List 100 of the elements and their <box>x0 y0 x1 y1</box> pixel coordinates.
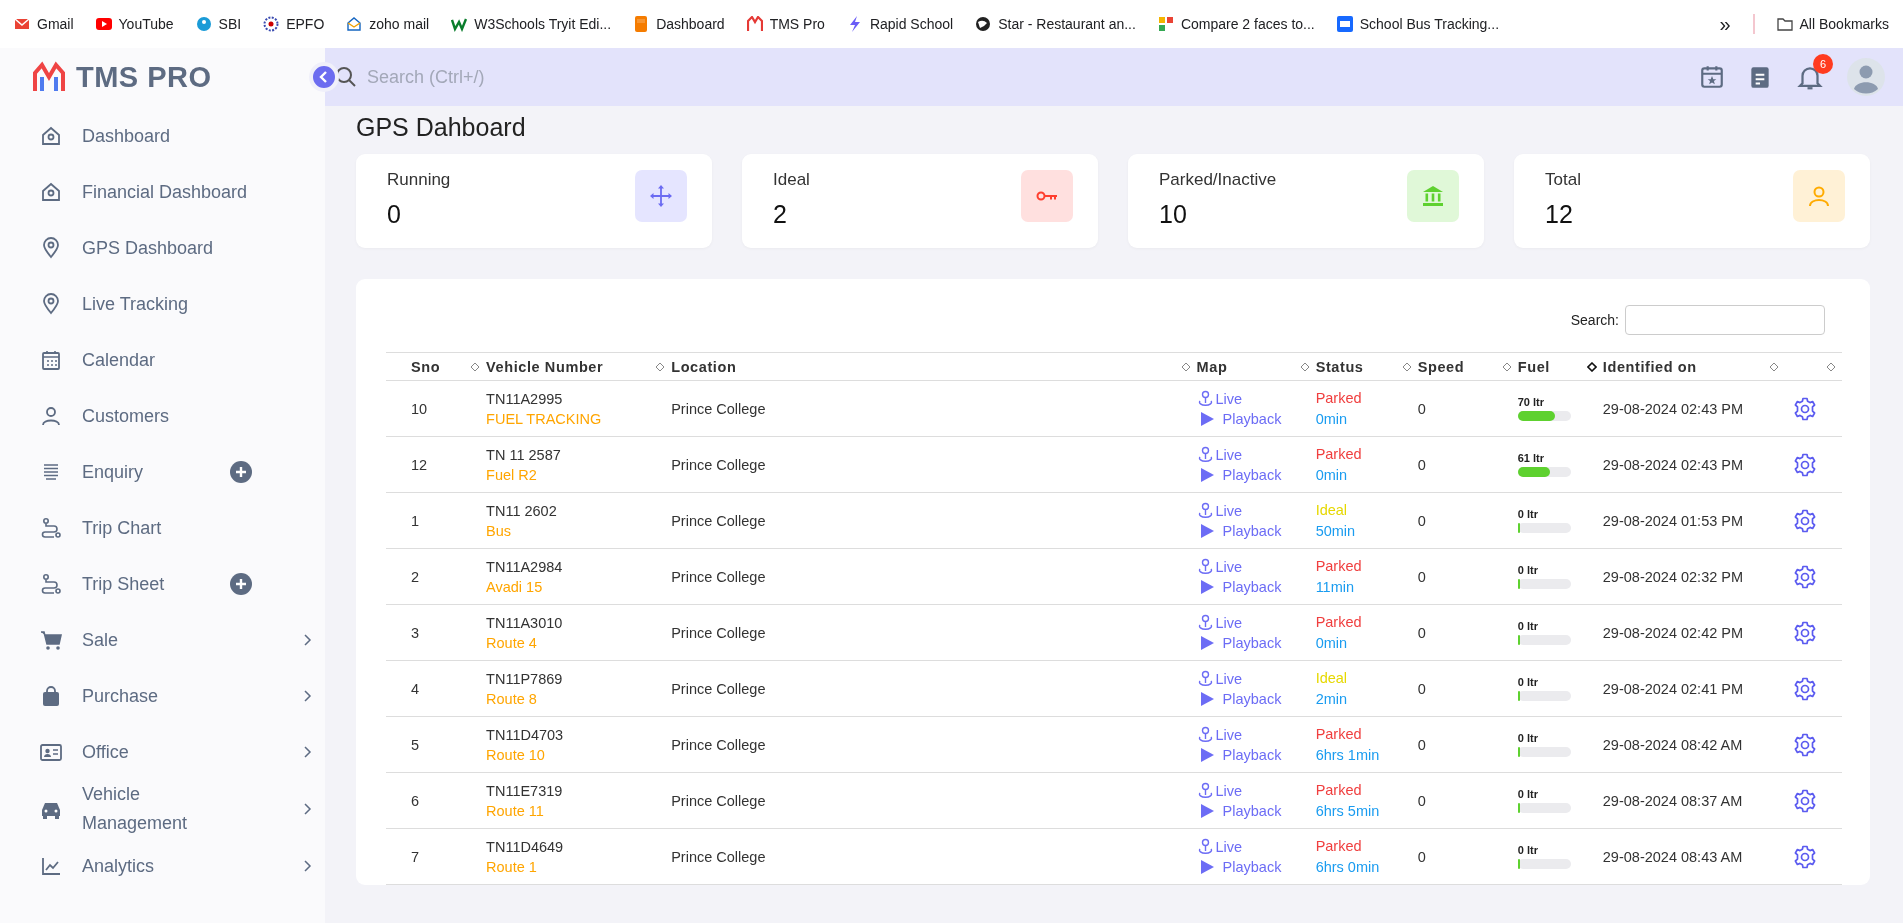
fuel-reading: 0 ltr <box>1517 732 1538 744</box>
stat-value: 10 <box>1159 200 1188 229</box>
bookmark[interactable]: Rapid School <box>846 16 954 32</box>
column-header[interactable]: Map <box>1196 358 1228 375</box>
settings-icon[interactable] <box>1792 844 1817 869</box>
settings-icon[interactable] <box>1792 396 1817 421</box>
bookmark[interactable]: W3Schools Tryit Edi... <box>451 16 612 32</box>
sidebar-item[interactable]: Customers <box>82 401 170 431</box>
settings-icon[interactable] <box>1792 676 1817 701</box>
table-cell: 29-08-2024 08:37 AM <box>1602 792 1743 809</box>
bookmark[interactable]: EPFO <box>263 16 325 32</box>
bookmarks-folder[interactable]: All Bookmarks <box>1776 16 1889 32</box>
settings-icon[interactable] <box>1792 788 1817 813</box>
key-icon <box>1021 170 1073 222</box>
route-name: Route 10 <box>486 746 545 763</box>
playback-link[interactable]: Playback <box>1200 803 1316 819</box>
table-cell: Prince College <box>671 624 766 641</box>
live-link[interactable]: Live <box>1196 614 1316 631</box>
column-header[interactable]: Location <box>671 358 737 375</box>
column-header[interactable]: Status <box>1315 358 1364 375</box>
column-header[interactable]: Identified on <box>1602 358 1697 375</box>
column-header[interactable]: Fuel <box>1517 358 1550 375</box>
play-icon <box>1200 804 1214 818</box>
settings-icon[interactable] <box>1792 452 1817 477</box>
settings-icon[interactable] <box>1792 732 1817 757</box>
sidebar-item[interactable]: Office <box>82 737 244 767</box>
fuel-reading: 0 ltr <box>1517 620 1538 632</box>
sidebar-item[interactable]: Trip Chart <box>82 513 162 543</box>
chevron-right-icon[interactable] <box>302 802 314 816</box>
bookmark[interactable]: Compare 2 faces to... <box>1157 16 1315 32</box>
live-link[interactable]: Live <box>1196 558 1316 575</box>
bookmark[interactable]: zoho mail <box>346 16 430 32</box>
logo-icon <box>32 61 66 93</box>
column-header[interactable]: Speed <box>1417 358 1465 375</box>
table-cell: Prince College <box>671 848 766 865</box>
route-name: Fuel R2 <box>486 466 537 483</box>
bookmark[interactable]: Dashboard <box>633 16 725 32</box>
sidebar-item[interactable]: Analytics <box>82 851 244 881</box>
live-link[interactable]: Live <box>1196 838 1316 855</box>
route-name: FUEL TRACKING <box>486 410 602 427</box>
sidebar-item[interactable]: Live Tracking <box>82 289 189 319</box>
chevron-right-icon[interactable] <box>302 859 314 873</box>
sidebar-item[interactable]: Financial Dashboard <box>82 177 248 207</box>
live-link[interactable]: Live <box>1196 782 1316 799</box>
bookmark[interactable]: Gmail <box>14 16 74 32</box>
search-field[interactable]: Search (Ctrl+/) <box>365 65 669 89</box>
playback-link[interactable]: Playback <box>1200 467 1316 483</box>
table-search-field[interactable] <box>1625 305 1825 335</box>
sidebar-item[interactable]: Calendar <box>82 345 156 375</box>
sort-icon[interactable] <box>1586 361 1597 372</box>
sidebar-item[interactable]: Trip Sheet <box>82 569 230 599</box>
bookmark[interactable]: Star - Restaurant an... <box>975 16 1136 32</box>
stat-value: 12 <box>1545 200 1574 229</box>
playback-link[interactable]: Playback <box>1200 411 1316 427</box>
chevron-right-icon[interactable] <box>302 689 314 703</box>
sidebar-item[interactable]: Enquiry <box>82 457 230 487</box>
playback-link[interactable]: Playback <box>1200 747 1316 763</box>
live-link[interactable]: Live <box>1196 446 1316 463</box>
chevron-right-icon[interactable] <box>302 633 314 647</box>
sidebar-item[interactable]: GPS Dashboard <box>82 233 214 263</box>
bookmark[interactable]: SBI <box>195 16 242 32</box>
collapse-sidebar-button[interactable] <box>309 62 339 92</box>
table-cell: 4 <box>411 680 420 697</box>
sidebar-item[interactable]: Sale <box>82 625 244 655</box>
route-name: Route 11 <box>486 802 544 819</box>
id-card-icon <box>40 741 62 763</box>
add-icon[interactable] <box>230 461 252 483</box>
live-link[interactable]: Live <box>1196 670 1316 687</box>
more-bookmarks-button[interactable]: » <box>1719 12 1731 36</box>
vehicle-number: TN 11 2587 <box>486 446 561 463</box>
column-header[interactable]: Sno <box>411 358 441 375</box>
playback-link[interactable]: Playback <box>1200 523 1316 539</box>
stat-label: Running <box>387 170 451 190</box>
playback-link[interactable]: Playback <box>1200 859 1316 875</box>
add-icon[interactable] <box>230 573 252 595</box>
fuel-reading: 0 ltr <box>1517 676 1538 688</box>
status-text: Ideal <box>1315 670 1348 686</box>
search-label: Search: <box>1570 312 1619 328</box>
bookmark[interactable]: YouTube <box>95 16 174 32</box>
sidebar-item[interactable]: Purchase <box>82 681 244 711</box>
live-link[interactable]: Live <box>1196 390 1316 407</box>
tile-icon <box>1157 16 1174 32</box>
live-link[interactable]: Live <box>1196 726 1316 743</box>
settings-icon[interactable] <box>1792 508 1817 533</box>
settings-icon[interactable] <box>1792 620 1817 645</box>
bookmark[interactable]: School Bus Tracking... <box>1336 16 1500 32</box>
vehicle-number: TN11 2602 <box>486 502 557 519</box>
live-link[interactable]: Live <box>1196 502 1316 519</box>
playback-link[interactable]: Playback <box>1200 635 1316 651</box>
bookmark[interactable]: TMS Pro <box>746 16 825 32</box>
chevron-right-icon[interactable] <box>302 745 314 759</box>
route-name: Route 1 <box>486 858 537 875</box>
sidebar-item[interactable]: Dashboard <box>82 121 171 151</box>
sidebar-item[interactable]: Vehicle Management <box>82 780 244 838</box>
column-header[interactable]: Vehicle Number <box>486 358 604 375</box>
settings-icon[interactable] <box>1792 564 1817 589</box>
fuel-reading: 70 ltr <box>1517 396 1545 408</box>
table-cell: Prince College <box>671 456 766 473</box>
playback-link[interactable]: Playback <box>1200 691 1316 707</box>
playback-link[interactable]: Playback <box>1200 579 1316 595</box>
